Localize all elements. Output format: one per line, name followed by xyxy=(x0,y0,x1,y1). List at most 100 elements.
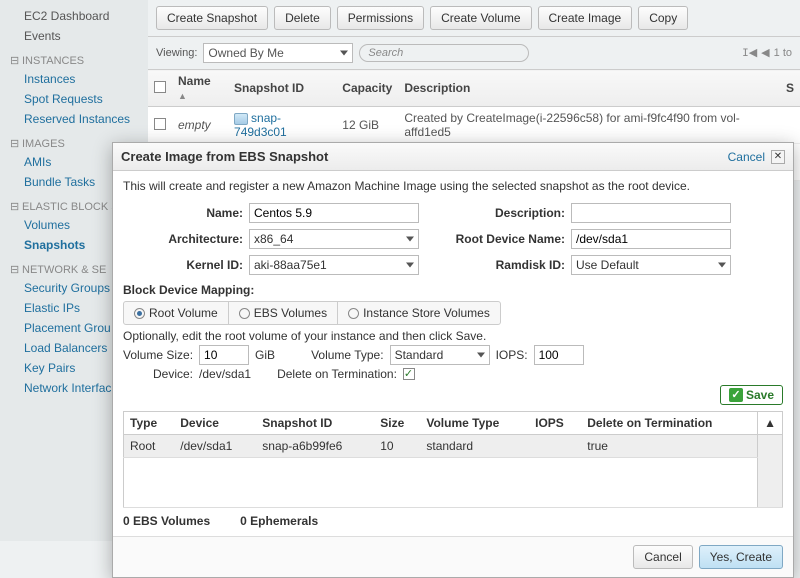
search-input[interactable]: Search xyxy=(359,44,529,62)
pager: I◀ ◀ 1 to xyxy=(742,46,792,60)
root-device-name-label: Root Device Name: xyxy=(425,232,565,246)
dialog-footer: Cancel Yes, Create xyxy=(113,536,793,577)
radio-icon xyxy=(348,308,359,319)
column-description[interactable]: Description xyxy=(398,70,780,107)
column-checkbox[interactable] xyxy=(148,70,172,107)
cell-description: Created by CreateImage(i-22596c58) for a… xyxy=(398,107,780,144)
architecture-label: Architecture: xyxy=(123,232,243,246)
volume-edit-row: Volume Size: GiB Volume Type: Standard I… xyxy=(123,345,783,365)
form-grid: Name: Description: Architecture: x86_64 … xyxy=(123,203,783,275)
summary-ebs-volumes: 0 EBS Volumes xyxy=(123,514,210,528)
row-checkbox[interactable] xyxy=(154,118,166,130)
dialog-cancel-link[interactable]: Cancel xyxy=(728,150,765,164)
column-name[interactable]: Name ▲ xyxy=(172,70,228,107)
viewing-label: Viewing: xyxy=(156,47,197,59)
bdm-col-type: Type xyxy=(124,412,175,435)
dialog-title: Create Image from EBS Snapshot xyxy=(121,149,328,164)
column-snapshot-id[interactable]: Snapshot ID xyxy=(228,70,336,107)
volume-type-select[interactable]: Standard xyxy=(390,345,490,365)
pager-text: 1 to xyxy=(774,47,792,59)
toolbar: Create Snapshot Delete Permissions Creat… xyxy=(148,0,800,37)
snapshot-icon xyxy=(234,113,248,125)
volume-size-input[interactable] xyxy=(199,345,249,365)
volume-type-label: Volume Type: xyxy=(311,348,384,362)
ramdisk-id-label: Ramdisk ID: xyxy=(425,258,565,272)
architecture-select[interactable]: x86_64 xyxy=(249,229,419,249)
sidebar-item-dashboard[interactable]: EC2 Dashboard xyxy=(6,6,148,26)
volume-size-label: Volume Size: xyxy=(123,348,193,362)
cell-snapshot-id[interactable]: snap-749d3c01 xyxy=(228,107,336,144)
pager-prev-icon[interactable]: ◀ xyxy=(761,46,769,60)
name-input[interactable] xyxy=(249,203,419,223)
bdm-scroll-up-icon[interactable]: ▲ xyxy=(758,412,783,435)
volume-size-unit: GiB xyxy=(255,348,275,362)
bdm-col-snapshot-id: Snapshot ID xyxy=(256,412,374,435)
description-label: Description: xyxy=(425,206,565,220)
bdm-cell-snapshot-id: snap-a6b99fe6 xyxy=(256,435,374,458)
dialog-body: This will create and register a new Amaz… xyxy=(113,171,793,536)
check-icon: ✓ xyxy=(729,388,743,402)
bdm-tabbar: Root Volume EBS Volumes Instance Store V… xyxy=(123,301,501,325)
cell-name: empty xyxy=(172,107,228,144)
bdm-col-delete-on-termination: Delete on Termination xyxy=(581,412,757,435)
close-icon[interactable]: ✕ xyxy=(771,150,785,164)
sidebar-item-spot-requests[interactable]: Spot Requests xyxy=(6,89,148,109)
cell-capacity: 12 GiB xyxy=(336,107,398,144)
copy-button[interactable]: Copy xyxy=(638,6,688,30)
table-row[interactable]: empty snap-749d3c01 12 GiB Created by Cr… xyxy=(148,107,800,144)
sidebar-group-instances[interactable]: INSTANCES xyxy=(6,46,148,69)
block-device-mapping-label: Block Device Mapping: xyxy=(123,283,783,297)
tab-ebs-volumes[interactable]: EBS Volumes xyxy=(229,302,338,324)
bdm-col-volume-type: Volume Type xyxy=(420,412,529,435)
sidebar-item-instances[interactable]: Instances xyxy=(6,69,148,89)
bdm-cell-dot: true xyxy=(581,435,757,458)
kernel-id-label: Kernel ID: xyxy=(123,258,243,272)
tab-root-volume[interactable]: Root Volume xyxy=(124,302,229,324)
create-volume-button[interactable]: Create Volume xyxy=(430,6,531,30)
delete-on-termination-label: Delete on Termination: xyxy=(277,367,397,381)
column-capacity[interactable]: Capacity xyxy=(336,70,398,107)
bdm-row[interactable]: Root /dev/sda1 snap-a6b99fe6 10 standard… xyxy=(124,435,783,458)
bdm-cell-iops xyxy=(529,435,581,458)
description-input[interactable] xyxy=(571,203,731,223)
kernel-id-select[interactable]: aki-88aa75e1 xyxy=(249,255,419,275)
create-snapshot-button[interactable]: Create Snapshot xyxy=(156,6,268,30)
bdm-col-size: Size xyxy=(374,412,420,435)
delete-on-termination-checkbox[interactable] xyxy=(403,368,415,380)
bdm-summary: 0 EBS Volumes 0 Ephemerals xyxy=(123,514,783,528)
bdm-cell-size: 10 xyxy=(374,435,420,458)
name-label: Name: xyxy=(123,206,243,220)
save-button[interactable]: ✓ Save xyxy=(720,385,783,405)
sidebar-item-reserved-instances[interactable]: Reserved Instances xyxy=(6,109,148,129)
radio-icon xyxy=(134,308,145,319)
radio-icon xyxy=(239,308,250,319)
bdm-col-device: Device xyxy=(174,412,256,435)
permissions-button[interactable]: Permissions xyxy=(337,6,424,30)
pager-first-icon[interactable]: I◀ xyxy=(742,46,757,60)
delete-button[interactable]: Delete xyxy=(274,6,331,30)
dialog-intro-text: This will create and register a new Amaz… xyxy=(123,179,783,193)
footer-cancel-button[interactable]: Cancel xyxy=(633,545,692,569)
bdm-cell-volume-type: standard xyxy=(420,435,529,458)
sidebar-item-events[interactable]: Events xyxy=(6,26,148,46)
bdm-cell-device: /dev/sda1 xyxy=(174,435,256,458)
bdm-cell-type: Root xyxy=(124,435,175,458)
device-value: /dev/sda1 xyxy=(199,367,251,381)
iops-label: IOPS: xyxy=(496,348,528,362)
dialog-titlebar: Create Image from EBS Snapshot Cancel ✕ xyxy=(113,143,793,171)
viewing-filter-select[interactable]: Owned By Me xyxy=(203,43,353,63)
device-label: Device: xyxy=(153,367,193,381)
create-image-dialog: Create Image from EBS Snapshot Cancel ✕ … xyxy=(112,142,794,578)
tab-instance-store-volumes[interactable]: Instance Store Volumes xyxy=(338,302,500,324)
ramdisk-id-select[interactable]: Use Default xyxy=(571,255,731,275)
summary-ephemerals: 0 Ephemerals xyxy=(240,514,318,528)
bdm-table: Type Device Snapshot ID Size Volume Type… xyxy=(123,411,783,508)
bdm-scrollbar[interactable] xyxy=(758,435,783,508)
yes-create-button[interactable]: Yes, Create xyxy=(699,545,783,569)
column-status[interactable]: S xyxy=(780,70,800,107)
root-device-name-input[interactable] xyxy=(571,229,731,249)
iops-input[interactable] xyxy=(534,345,584,365)
create-image-button[interactable]: Create Image xyxy=(538,6,633,30)
viewing-row: Viewing: Owned By Me Search I◀ ◀ 1 to xyxy=(148,37,800,69)
bdm-col-iops: IOPS xyxy=(529,412,581,435)
